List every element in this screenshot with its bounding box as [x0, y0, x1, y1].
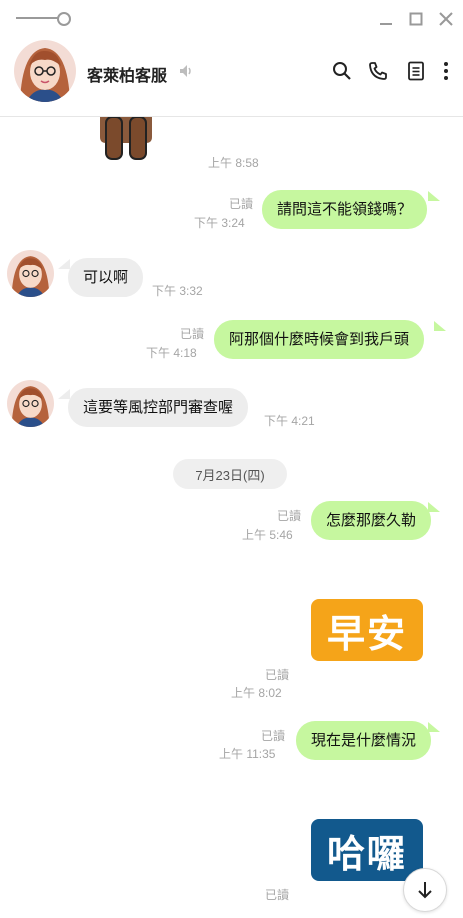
message-time: 下午 4:21 [264, 414, 315, 428]
close-icon[interactable] [436, 9, 456, 29]
opacity-slider-knob[interactable] [57, 12, 71, 26]
minimize-icon[interactable] [376, 9, 396, 29]
message-time: 上午 5:46 [242, 528, 293, 542]
sticker-text: 哈囉 [326, 833, 407, 876]
title-bar [0, 0, 463, 38]
outgoing-message-bubble[interactable]: 現在是什麼情況 [296, 721, 432, 760]
sticker-hello[interactable]: 哈囉 [311, 819, 423, 881]
chat-header: 客萊柏客服 [0, 38, 463, 117]
outgoing-message-bubble[interactable]: 請問這不能領錢嗎？ [262, 190, 428, 229]
outgoing-message-bubble[interactable]: 怎麼那麼久勒 [311, 501, 432, 540]
contact-avatar[interactable] [14, 40, 76, 102]
message-text: 阿那個什麼時候會到我戶頭 [229, 330, 410, 348]
read-receipt: 已讀 [180, 327, 205, 341]
bubble-tail [58, 389, 70, 399]
read-receipt: 已讀 [277, 509, 302, 523]
scroll-to-bottom-button[interactable] [403, 868, 447, 912]
sticker-partial [96, 117, 156, 166]
message-time: 上午 11:35 [219, 747, 276, 761]
message-time: 下午 3:32 [152, 284, 203, 298]
message-time: 上午 8:02 [231, 686, 282, 700]
message-time: 下午 3:24 [194, 216, 245, 230]
notes-icon[interactable] [404, 59, 428, 83]
bubble-tail [428, 722, 440, 732]
sender-avatar[interactable] [7, 380, 54, 427]
message-time: 下午 4:18 [146, 346, 197, 360]
search-icon[interactable] [330, 59, 354, 83]
bubble-tail [434, 321, 446, 331]
read-receipt: 已讀 [229, 197, 254, 211]
message-text: 怎麼那麼久勒 [326, 511, 417, 529]
contact-name: 客萊柏客服 [87, 68, 168, 85]
read-receipt: 已讀 [261, 729, 286, 743]
opacity-slider-track[interactable] [16, 17, 60, 19]
message-text: 現在是什麼情況 [311, 731, 417, 749]
read-receipt: 已讀 [265, 668, 290, 682]
maximize-icon[interactable] [406, 9, 426, 29]
date-separator-text: 7月23日(四) [195, 467, 265, 483]
message-text: 可以啊 [83, 268, 129, 286]
sticker-good-morning[interactable]: 早安 [311, 599, 423, 661]
outgoing-message-bubble[interactable]: 阿那個什麼時候會到我戶頭 [214, 320, 425, 359]
bubble-tail [428, 191, 440, 201]
chat-message-list[interactable]: 上午 8:58 已讀 下午 3:24 請問這不能領錢嗎？ 可以啊 下午 3:32… [0, 117, 463, 918]
incoming-message-bubble[interactable]: 這要等風控部門審查喔 [68, 388, 249, 427]
bubble-tail [58, 259, 70, 269]
bubble-tail [428, 502, 440, 512]
arrow-down-icon [418, 882, 432, 899]
sender-avatar[interactable] [7, 250, 54, 297]
message-text: 請問這不能領錢嗎？ [277, 200, 413, 218]
speaker-muted-icon [178, 63, 194, 84]
message-text: 這要等風控部門審查喔 [83, 398, 234, 416]
message-time: 上午 8:58 [208, 156, 259, 170]
read-receipt: 已讀 [265, 888, 290, 902]
date-separator: 7月23日(四) [173, 459, 287, 489]
more-icon[interactable] [434, 59, 458, 83]
phone-icon[interactable] [366, 59, 390, 83]
incoming-message-bubble[interactable]: 可以啊 [68, 258, 144, 297]
sticker-text: 早安 [326, 613, 407, 656]
